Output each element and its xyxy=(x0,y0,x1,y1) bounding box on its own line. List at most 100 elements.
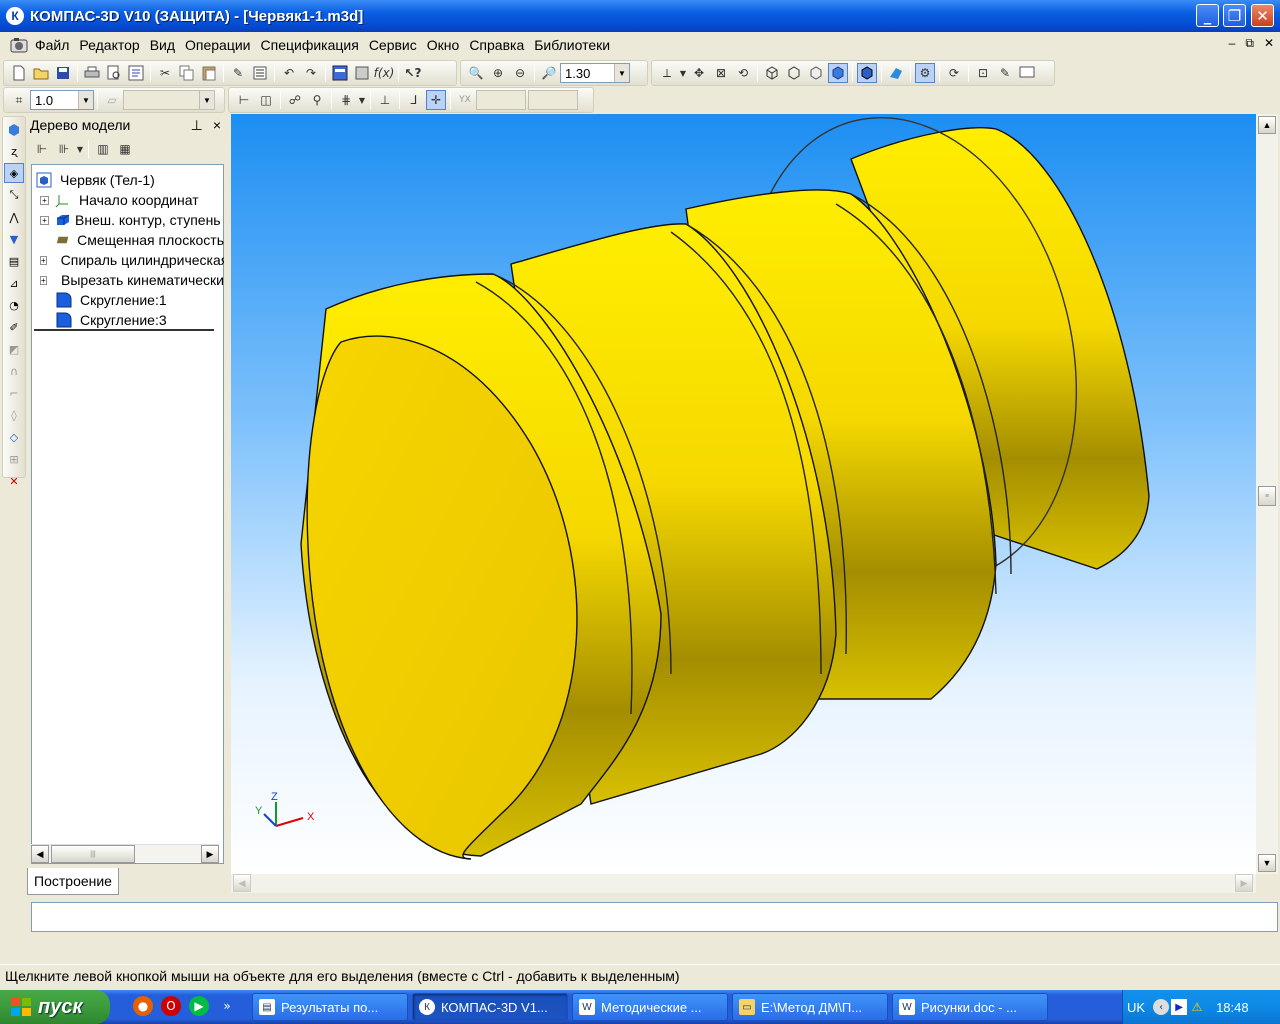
tree-node-extrude[interactable]: + Внеш. контур, ступень xyxy=(40,210,224,230)
task-method-doc[interactable]: W Методические ... xyxy=(572,993,728,1021)
firefox-icon[interactable]: ● xyxy=(133,996,153,1016)
menu-file[interactable]: Файл xyxy=(30,37,74,53)
zoom-in-icon[interactable]: 🔍 xyxy=(466,63,486,83)
chevron-down-icon[interactable]: ▼ xyxy=(614,64,629,82)
color-icon[interactable]: ✎ xyxy=(995,63,1015,83)
tab-build[interactable]: Построение xyxy=(27,868,119,895)
bend-icon[interactable]: ∩ xyxy=(4,361,24,381)
zoom-scale-icon[interactable]: 🔎 xyxy=(539,63,559,83)
expand-icon[interactable]: + xyxy=(40,215,49,225)
tree-node-cut[interactable]: + Вырезать кинематически xyxy=(40,270,224,290)
undo-icon[interactable]: ↶ xyxy=(279,63,299,83)
scroll-thumb[interactable]: ≡ xyxy=(1258,486,1276,506)
sheet-body-icon[interactable]: ◩ xyxy=(4,339,24,359)
help-pointer-icon[interactable]: ↖? xyxy=(403,63,423,83)
tree-structure-icon[interactable]: ⊪ xyxy=(54,139,74,159)
tree-node-spiral[interactable]: + Спираль цилиндрическая xyxy=(40,250,224,270)
zoom-increase-icon[interactable]: ⊕ xyxy=(488,63,508,83)
menu-specification[interactable]: Спецификация xyxy=(256,37,364,53)
edit-part-icon[interactable] xyxy=(4,119,24,139)
grid-icon[interactable]: ⋕ xyxy=(336,90,356,110)
rotate-icon[interactable]: ⟲ xyxy=(733,63,753,83)
surfaces-icon[interactable]: ◈ xyxy=(4,163,24,183)
save-icon[interactable] xyxy=(53,63,73,83)
variables-icon[interactable] xyxy=(352,63,372,83)
orientation-icon[interactable]: ⟂ xyxy=(657,63,677,83)
task-folder[interactable]: ▭ E:\Метод ДМ\П... xyxy=(732,993,888,1021)
snap-active-icon[interactable]: ✛ xyxy=(426,90,446,110)
layer-icon[interactable]: ▱ xyxy=(102,90,122,110)
hidden-thin-icon[interactable] xyxy=(806,63,826,83)
redo-icon[interactable]: ↷ xyxy=(301,63,321,83)
pan-icon[interactable]: ✥ xyxy=(689,63,709,83)
scroll-down-icon[interactable]: ▼ xyxy=(1258,854,1276,872)
tree-order-icon[interactable]: ⊩ xyxy=(32,139,52,159)
fx-icon[interactable]: f(x) xyxy=(374,63,395,83)
chevron-down-icon[interactable]: ▼ xyxy=(76,139,84,159)
x-coord-field[interactable] xyxy=(476,90,526,110)
chevron-down-icon[interactable]: ▼ xyxy=(199,91,214,109)
properties-icon[interactable] xyxy=(126,63,146,83)
scroll-right-icon[interactable]: ▶ xyxy=(201,845,219,863)
perspective-icon[interactable] xyxy=(886,63,906,83)
tree-node-origin[interactable]: + Начало координат xyxy=(40,190,199,210)
y-coord-field[interactable] xyxy=(528,90,578,110)
expand-icon[interactable]: + xyxy=(40,195,49,205)
rebuild-icon[interactable]: ⟳ xyxy=(944,63,964,83)
sketch-icon[interactable]: ✐ xyxy=(4,317,24,337)
task-pictures-doc[interactable]: W Рисунки.doc - ... xyxy=(892,993,1048,1021)
plane-orient-icon[interactable]: ◫ xyxy=(256,90,276,110)
media-player-icon[interactable]: ▶ xyxy=(189,996,209,1016)
diagnostic-icon[interactable]: ⊿ xyxy=(4,273,24,293)
tree-node-root[interactable]: Червяк (Тел-1) xyxy=(36,170,155,190)
stamp-icon[interactable]: ◊ xyxy=(4,405,24,425)
doc-close-button[interactable]: ✕ xyxy=(1264,36,1274,51)
tree-node-fillet-3[interactable]: Скругление:3 xyxy=(56,310,167,330)
document-menu-icon[interactable] xyxy=(8,35,30,55)
format-brush-icon[interactable]: ✎ xyxy=(228,63,248,83)
scroll-up-icon[interactable]: ▲ xyxy=(1258,116,1276,134)
viewport-vertical-scrollbar[interactable]: ▲ ≡ ▼ xyxy=(1256,114,1278,874)
scroll-left-icon[interactable]: ◀ xyxy=(31,845,49,863)
halftone-icon[interactable] xyxy=(828,63,848,83)
tree-filter-icon[interactable]: ▥ xyxy=(93,139,113,159)
copy-icon[interactable] xyxy=(177,63,197,83)
print-icon[interactable] xyxy=(82,63,102,83)
scroll-right-icon[interactable]: ▶ xyxy=(1235,874,1253,892)
menu-operations[interactable]: Операции xyxy=(180,37,256,53)
flange-icon[interactable]: ⌐ xyxy=(4,383,24,403)
menu-libraries[interactable]: Библиотеки xyxy=(529,37,615,53)
worm-model[interactable]: X Z Y xyxy=(231,114,1256,874)
magnet-icon[interactable]: ⚲ xyxy=(307,90,327,110)
measure-icon[interactable]: ⊡ xyxy=(973,63,993,83)
filter-icon[interactable]: ▼ xyxy=(4,229,24,249)
open-file-icon[interactable] xyxy=(31,63,51,83)
spatial-curves-icon[interactable]: ʐ xyxy=(4,141,24,161)
cut-icon[interactable]: ✂ xyxy=(155,63,175,83)
aux-geometry-icon[interactable]: ⋀ xyxy=(4,207,24,227)
wireframe-icon[interactable] xyxy=(762,63,782,83)
local-cs-icon[interactable]: ⊢ xyxy=(234,90,254,110)
menu-service[interactable]: Сервис xyxy=(364,37,422,53)
chevron-down-icon[interactable]: ▼ xyxy=(78,91,93,109)
scroll-left-icon[interactable]: ◀ xyxy=(233,874,251,892)
close-button[interactable]: ✕ xyxy=(1251,4,1274,27)
close-icon[interactable]: × xyxy=(213,117,221,134)
tray-media-icon[interactable]: ▶ xyxy=(1171,999,1188,1015)
sheet-metal-icon[interactable]: ◔ xyxy=(4,295,24,315)
snap-icon[interactable]: ☍ xyxy=(285,90,305,110)
tree-export-icon[interactable]: ▦ xyxy=(115,139,135,159)
restore-button[interactable]: ❐ xyxy=(1223,4,1246,27)
expand-icon[interactable]: + xyxy=(40,275,47,285)
more-quicklaunch-icon[interactable]: » xyxy=(217,996,237,1016)
tree-node-fillet-1[interactable]: Скругление:1 xyxy=(56,290,167,310)
tray-warning-icon[interactable]: ⚠ xyxy=(1189,999,1205,1015)
list-icon[interactable] xyxy=(250,63,270,83)
kompas-app-icon[interactable]: К xyxy=(6,7,24,25)
menu-view[interactable]: Вид xyxy=(145,37,180,53)
zoom-decrease-icon[interactable]: ⊖ xyxy=(510,63,530,83)
print-preview-icon[interactable] xyxy=(104,63,124,83)
model-viewport[interactable]: X Z Y xyxy=(231,114,1256,874)
chevron-down-icon[interactable]: ▼ xyxy=(679,63,687,83)
coordinates-icon[interactable]: YX xyxy=(455,90,475,110)
